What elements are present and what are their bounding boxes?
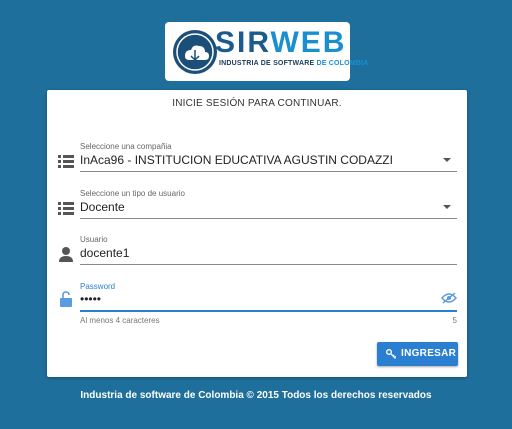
company-select[interactable]: Seleccione una compañia InAca96 - INSTIT… (57, 140, 457, 175)
password-hint: Al menos 4 caracteres (80, 316, 160, 325)
logo: SIRWEB INDUSTRIA DE SOFTWARE DE COLOMBIA (165, 22, 368, 81)
password-input[interactable]: ••••• (80, 292, 101, 306)
logo-tagline: INDUSTRIA DE SOFTWARE DE COLOMBIA (219, 60, 368, 67)
username-input[interactable]: docente1 (80, 246, 129, 260)
login-card: INICIE SESIÓN PARA CONTINUAR. Seleccione… (47, 90, 467, 377)
username-underline (80, 264, 457, 265)
list-icon (58, 155, 74, 168)
login-title: INICIE SESIÓN PARA CONTINUAR. (172, 98, 342, 109)
ingresar-button-label: INGRESAR (401, 348, 457, 359)
cloud-logo-icon (173, 30, 217, 74)
eye-off-icon[interactable] (441, 292, 457, 304)
logo-name-part2: WEB (270, 26, 347, 59)
logo-tagline-highlight: DE COLOMBIA (316, 60, 369, 67)
company-label: Seleccione una compañia (80, 142, 172, 151)
ingresar-button[interactable]: INGRESAR (377, 342, 458, 366)
password-char-count: 5 (452, 316, 457, 325)
company-underline (80, 171, 457, 172)
usertype-select[interactable]: Seleccione un tipo de usuario Docente (57, 187, 457, 222)
usertype-label: Seleccione un tipo de usuario (80, 189, 185, 198)
username-field[interactable]: Usuario docente1 (57, 233, 457, 268)
chevron-down-icon[interactable] (443, 158, 451, 162)
person-icon (59, 247, 73, 262)
list-icon (58, 202, 74, 215)
usertype-value: Docente (80, 200, 125, 214)
password-underline (80, 310, 457, 312)
company-value: InAca96 - INSTITUCION EDUCATIVA AGUSTIN … (80, 153, 393, 167)
usertype-underline (80, 218, 457, 219)
unlock-icon (60, 291, 72, 307)
key-icon (386, 349, 397, 359)
username-label: Usuario (80, 235, 108, 244)
footer-text: Industria de software de Colombia © 2015… (80, 390, 432, 401)
logo-wordmark: SIRWEB (215, 26, 346, 60)
password-label: Password (80, 282, 116, 291)
logo-tagline-main: INDUSTRIA DE SOFTWARE (219, 60, 317, 67)
password-field[interactable]: Password ••••• (57, 280, 457, 315)
chevron-down-icon[interactable] (443, 205, 451, 209)
logo-name-part1: SIR (215, 26, 271, 59)
